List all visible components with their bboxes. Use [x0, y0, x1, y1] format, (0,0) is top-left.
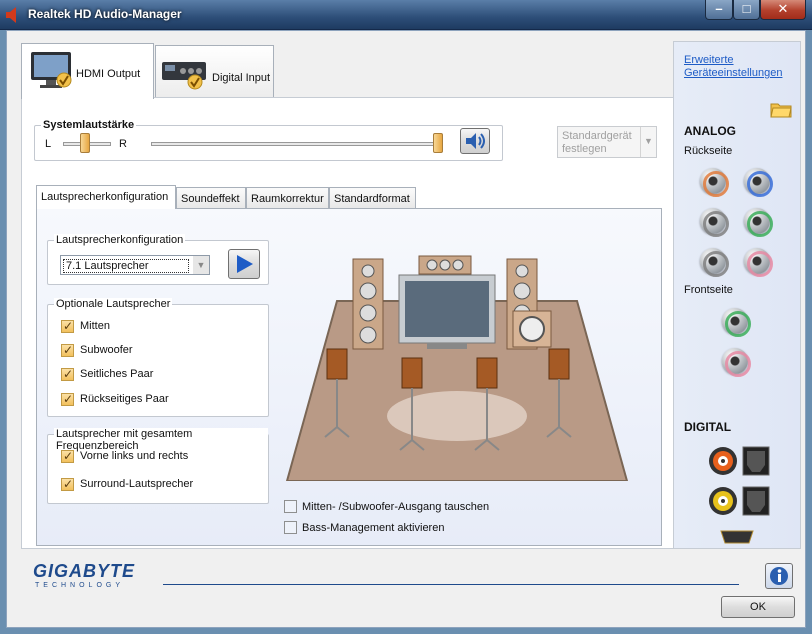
- speaker-config-select[interactable]: 7.1 Lautsprecher ▼: [60, 255, 210, 275]
- volume-title: Systemlautstärke: [41, 119, 137, 131]
- optional-speakers-title: Optionale Lautsprecher: [54, 298, 173, 310]
- tab-page-speaker-config: Lautsprecherkonfiguration 7.1 Lautsprech…: [36, 208, 662, 546]
- volume-slider-thumb[interactable]: [433, 133, 443, 153]
- label-subwoofer: Subwoofer: [80, 344, 133, 356]
- default-device-line2: festlegen: [562, 143, 607, 155]
- brand-name: GIGABYTE: [33, 561, 136, 581]
- checkbox-bass-management[interactable]: [284, 521, 297, 534]
- title-bar: Realtek HD Audio-Manager – □ ✕: [0, 0, 812, 30]
- chevron-down-icon: ▼: [193, 256, 209, 274]
- ok-button[interactable]: OK: [721, 596, 795, 618]
- default-device-dropdown[interactable]: Standardgerät festlegen ▼: [557, 126, 657, 158]
- optional-speakers-group: Optionale Lautsprecher Mitten Subwoofer …: [47, 298, 269, 417]
- optical-out-icon[interactable]: [742, 446, 770, 476]
- receiver-icon: [162, 62, 206, 90]
- volume-slider[interactable]: [151, 142, 443, 146]
- jack-green-rear[interactable]: [744, 208, 773, 237]
- speaker-config-value: 7.1 Lautsprecher: [63, 259, 189, 273]
- folder-icon[interactable]: [770, 100, 792, 118]
- brand-sub: TECHNOLOGY: [35, 582, 125, 589]
- optical-in-icon[interactable]: [742, 486, 770, 516]
- checkbox-surround[interactable]: [61, 477, 74, 491]
- info-button[interactable]: [765, 563, 793, 589]
- footer-divider: [163, 584, 739, 585]
- jack-orange-rear[interactable]: [700, 168, 729, 197]
- label-bass-management: Bass-Management aktivieren: [302, 522, 445, 534]
- checkbox-swap-center-sub[interactable]: [284, 500, 297, 513]
- default-device-line1: Standardgerät: [562, 130, 632, 142]
- tab-standardformat[interactable]: Standardformat: [329, 187, 416, 208]
- info-icon: [770, 567, 788, 585]
- balance-right-label: R: [119, 138, 127, 150]
- window-title: Realtek HD Audio-Manager: [28, 7, 182, 21]
- digital-header: DIGITAL: [684, 420, 732, 434]
- balance-left-label: L: [45, 138, 52, 150]
- jack-gray-rear[interactable]: [700, 208, 729, 237]
- jack-gray2-rear[interactable]: [700, 248, 729, 277]
- play-button[interactable]: [228, 249, 260, 279]
- app-speaker-icon: [6, 7, 16, 23]
- speaker-room-illustration: [285, 255, 629, 481]
- mute-button[interactable]: [460, 128, 490, 154]
- speaker-icon: [466, 133, 485, 149]
- checkbox-front-lr[interactable]: [61, 449, 74, 463]
- coax-out-icon[interactable]: [708, 446, 738, 476]
- chevron-down-icon: ▼: [640, 127, 656, 157]
- tab-digital-input[interactable]: Digital Input: [155, 45, 274, 98]
- jack-pink-front[interactable]: [722, 348, 751, 377]
- hdmi-port-icon[interactable]: [720, 530, 754, 544]
- jack-blue-rear[interactable]: [744, 168, 773, 197]
- minimize-button[interactable]: –: [705, 0, 733, 20]
- main-panel: Systemlautstärke L R Standardgerät festl…: [21, 97, 674, 549]
- tab-digital-label: Digital Input: [212, 72, 271, 84]
- tab-hdmi-label: HDMI Output: [76, 68, 141, 80]
- front-label: Frontseite: [684, 284, 733, 296]
- label-swap-center-sub: Mitten- /Subwoofer-Ausgang tauschen: [302, 501, 490, 513]
- jack-pink-rear[interactable]: [744, 248, 773, 277]
- tab-hdmi-output[interactable]: HDMI Output: [21, 43, 154, 99]
- gigabyte-logo: GIGABYTE TECHNOLOGY: [33, 561, 135, 589]
- speaker-config-group: Lautsprecherkonfiguration 7.1 Lautsprech…: [47, 234, 269, 285]
- checkbox-mitten[interactable]: [61, 319, 74, 333]
- play-icon: [237, 255, 253, 273]
- jack-green-front[interactable]: [722, 308, 751, 337]
- tab-raumkorrektur[interactable]: Raumkorrektur: [246, 187, 329, 208]
- ok-label: OK: [750, 601, 766, 613]
- speaker-config-title: Lautsprecherkonfiguration: [54, 234, 186, 246]
- label-mitten: Mitten: [80, 320, 110, 332]
- analog-header: ANALOG: [684, 124, 736, 138]
- label-front-lr: Vorne links und rechts: [80, 450, 189, 462]
- label-surround: Surround-Lautsprecher: [80, 478, 194, 490]
- tab-soundeffekt[interactable]: Soundeffekt: [176, 187, 246, 208]
- label-rear-pair: Rückseitiges Paar: [80, 393, 169, 405]
- balance-slider-thumb[interactable]: [80, 133, 90, 153]
- fullrange-group: Lautsprecher mit gesamtem Frequenzbereic…: [47, 428, 269, 504]
- monitor-icon: [31, 52, 72, 88]
- fullrange-title: Lautsprecher mit gesamtem Frequenzbereic…: [54, 428, 268, 452]
- coax-in-icon[interactable]: [708, 486, 738, 516]
- checkbox-side-pair[interactable]: [61, 367, 74, 381]
- maximize-button[interactable]: □: [733, 0, 760, 20]
- checkbox-subwoofer[interactable]: [61, 343, 74, 357]
- close-button[interactable]: ✕: [760, 0, 806, 20]
- label-side-pair: Seitliches Paar: [80, 368, 154, 380]
- volume-group: Systemlautstärke L R: [34, 119, 503, 161]
- tab-lautsprecherkonfiguration[interactable]: Lautsprecherkonfiguration: [36, 185, 176, 209]
- rear-label: Rückseite: [684, 145, 733, 157]
- checkbox-rear-pair[interactable]: [61, 392, 74, 406]
- window-frame: HDMI Output Digital Input Systemlautstär…: [6, 30, 806, 628]
- right-panel: Erweiterte Geräteeinstellungen ANALOG Rü…: [673, 41, 801, 549]
- advanced-settings-link[interactable]: Erweiterte Geräteeinstellungen: [684, 54, 782, 80]
